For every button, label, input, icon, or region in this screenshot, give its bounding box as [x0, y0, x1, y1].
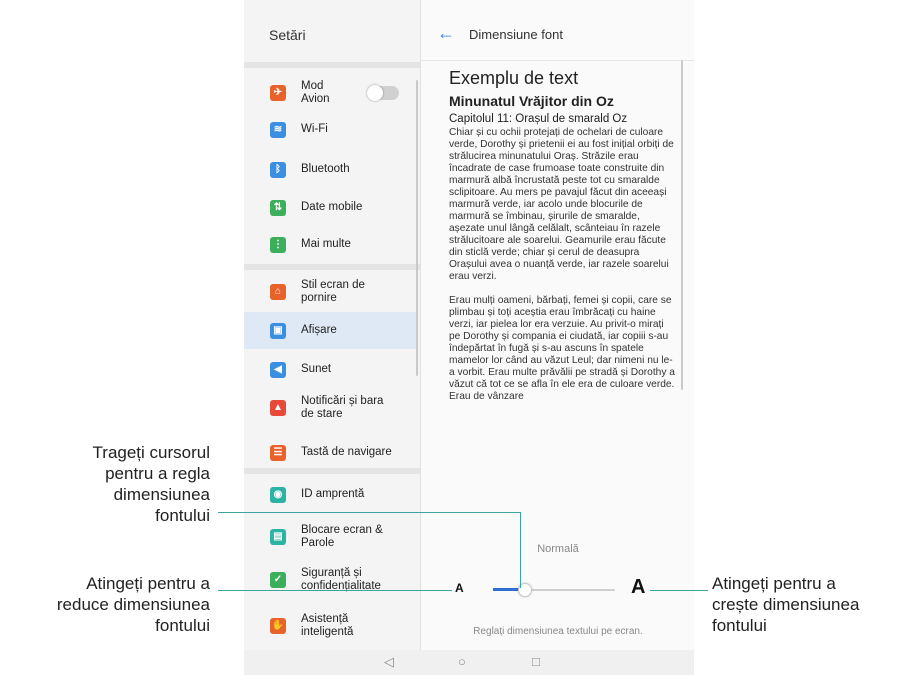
preview-chapter: Capitolul 11: Orașul de smarald Oz [449, 113, 628, 125]
home-style-icon: ⌂ [270, 283, 286, 300]
nav-recent-icon[interactable]: □ [532, 655, 540, 669]
settings-item-mobile-data[interactable]: ⇅ Date mobile [244, 189, 416, 226]
increase-font-button[interactable]: A [631, 576, 645, 599]
settings-item-assistance[interactable]: ✋ Asistență inteligentă [244, 607, 416, 644]
settings-item-label: Sunet [301, 363, 332, 375]
settings-item-label: Asistență inteligentă [301, 612, 354, 638]
settings-item-lock[interactable]: ▤ Blocare ecran & Parole [244, 518, 416, 555]
preview-paragraph: Erau mulți oameni, bărbați, femei și cop… [449, 295, 675, 402]
preview-paragraph: Chiar și cu ochii protejați de ochelari … [449, 127, 674, 282]
callout-line [218, 590, 452, 591]
settings-item-label: Mod Avion [301, 79, 330, 105]
settings-item-display[interactable]: ▣ Afișare [244, 312, 416, 349]
preview-book-title: Minunatul Vrăjitor din Oz [449, 93, 614, 109]
preview-heading: Exemplu de text [449, 68, 579, 88]
decrease-font-button[interactable]: A [455, 581, 464, 595]
settings-item-label: ID amprentă [301, 488, 365, 500]
settings-scrollbar[interactable] [416, 80, 418, 376]
settings-pane: Setări ✈ Mod Avion ≋ Wi-Fi ᛒ Bluetooth ⇅… [244, 0, 420, 650]
settings-item-label: Notificări și bara de stare [301, 394, 384, 420]
settings-item-more[interactable]: ⋮ Mai multe [244, 226, 416, 263]
airplane-toggle[interactable] [367, 84, 399, 101]
settings-item-bluetooth[interactable]: ᛒ Bluetooth [244, 151, 416, 188]
callout-reduce: Atingeți pentru a reduce dimensiunea fon… [56, 574, 210, 635]
more-icon: ⋮ [270, 236, 286, 253]
settings-item-notifications[interactable]: ▲ Notificări și bara de stare [244, 389, 416, 426]
back-arrow-icon[interactable]: ← [437, 24, 455, 42]
callout-increase: Atingeți pentru a crește dimensiunea fon… [712, 574, 860, 635]
settings-item-label: Siguranță și confidențialitate [301, 566, 381, 592]
airplane-icon: ✈ [270, 84, 286, 101]
sound-icon: ◀ [270, 361, 286, 378]
display-icon: ▣ [270, 322, 286, 339]
divider [244, 264, 420, 270]
sample-text-preview: Exemplu de text Minunatul Vrăjitor din O… [449, 68, 677, 520]
settings-item-airplane[interactable]: ✈ Mod Avion [244, 74, 416, 111]
settings-item-sound[interactable]: ◀ Sunet [244, 351, 416, 388]
divider [244, 62, 420, 68]
settings-item-nav-key[interactable]: ☰ Tastă de navigare [244, 434, 416, 471]
callout-drag-slider: Trageți cursorul pentru a regla dimensiu… [92, 443, 210, 525]
notification-icon: ▲ [270, 399, 286, 416]
settings-item-label: Bluetooth [301, 163, 350, 175]
divider [421, 60, 694, 61]
settings-item-label: Blocare ecran & Parole [301, 523, 383, 549]
settings-item-label: Tastă de navigare [301, 446, 392, 458]
settings-item-security[interactable]: ✓ Siguranță și confidențialitate [244, 561, 416, 598]
hint-text: Reglați dimensiunea textului pe ecran. [473, 626, 643, 637]
divider [244, 468, 420, 474]
font-size-header: ← Dimensiune font [421, 0, 694, 60]
navigation-bar: ◁ ○ □ [244, 650, 694, 675]
settings-title: Setări [269, 27, 306, 43]
nav-back-icon[interactable]: ◁ [384, 655, 394, 669]
callout-line [650, 590, 708, 591]
font-size-pane: ← Dimensiune font Exemplu de text Minuna… [420, 0, 694, 650]
settings-item-home-style[interactable]: ⌂ Stil ecran de pornire [244, 273, 416, 310]
settings-header: Setări [244, 0, 420, 60]
callout-line [520, 512, 521, 588]
settings-item-label: Date mobile [301, 201, 363, 213]
preview-scrollbar[interactable] [681, 60, 683, 390]
nav-home-icon[interactable]: ○ [458, 655, 466, 669]
page-title: Dimensiune font [469, 27, 563, 42]
settings-item-label: Mai multe [301, 238, 351, 250]
lock-icon: ▤ [270, 528, 286, 545]
nav-key-icon: ☰ [270, 444, 286, 461]
wifi-icon: ≋ [270, 121, 286, 138]
size-level-label: Normală [537, 543, 579, 555]
callout-line [218, 512, 520, 513]
phone-screen: Setări ✈ Mod Avion ≋ Wi-Fi ᛒ Bluetooth ⇅… [244, 0, 694, 675]
hand-icon: ✋ [270, 617, 286, 634]
settings-item-label: Wi-Fi [301, 123, 328, 135]
mobile-data-icon: ⇅ [270, 199, 286, 216]
shield-icon: ✓ [270, 571, 286, 588]
settings-item-label: Afișare [301, 324, 337, 336]
settings-item-label: Stil ecran de pornire [301, 278, 365, 304]
bluetooth-icon: ᛒ [270, 161, 286, 178]
settings-item-wifi[interactable]: ≋ Wi-Fi [244, 111, 416, 148]
fingerprint-icon: ◉ [270, 486, 286, 503]
settings-item-fingerprint[interactable]: ◉ ID amprentă [244, 476, 416, 513]
font-size-slider[interactable] [493, 583, 615, 597]
